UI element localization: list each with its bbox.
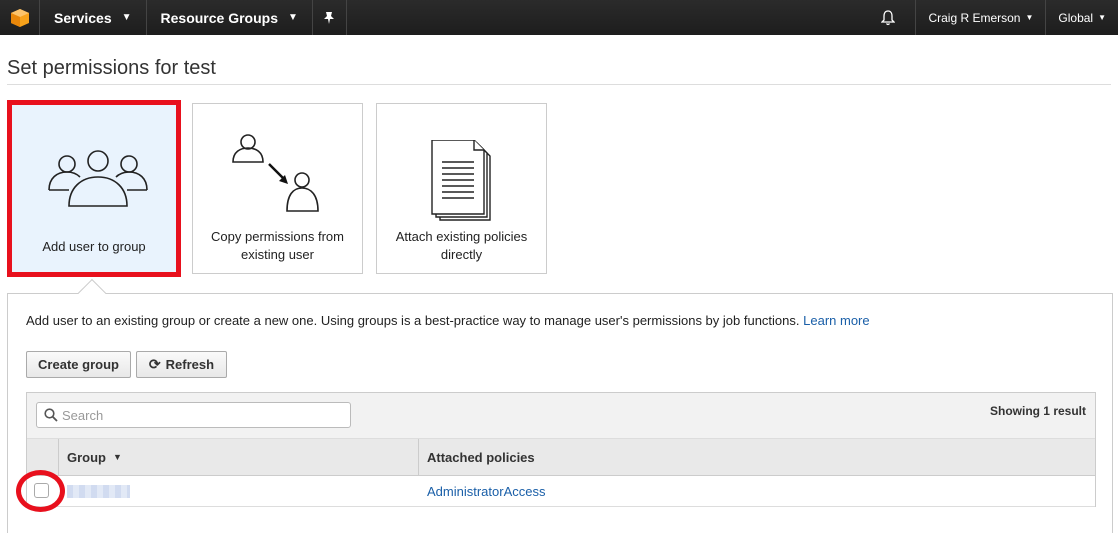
result-count: Showing 1 result [989,404,1086,418]
table-row[interactable] [27,476,1095,507]
search-input[interactable] [62,407,350,423]
search-icon [44,408,58,422]
refresh-label: Refresh [165,357,215,372]
column-label: Group [67,449,106,465]
chevron-down-icon: ▼ [1098,13,1106,22]
highlight-circle [16,470,65,512]
chevron-down-icon: ▼ [288,12,298,23]
option-label: Add user to group [42,239,146,254]
resource-groups-label: Resource Groups [160,9,278,26]
top-nav: Services ▼ Resource Groups ▼ Craig R Eme… [0,0,1118,35]
services-label: Services [54,9,112,26]
option-attach-policies[interactable]: Attach existing policies directly [376,103,547,274]
aws-logo-icon[interactable] [0,0,40,35]
page-title: Set permissions for test [7,57,216,79]
column-label: Attached policies [427,449,535,465]
refresh-button[interactable]: ⟳ Refresh [136,351,227,378]
region-label: Global [1058,10,1094,25]
option-copy-permissions[interactable]: Copy permissions from existing user [192,103,363,274]
create-group-button[interactable]: Create group [26,351,131,378]
resource-groups-menu[interactable]: Resource Groups ▼ [147,0,313,35]
chevron-down-icon: ▼ [1025,13,1034,22]
chevron-down-icon: ▼ [121,12,132,23]
policy-link[interactable]: AdministratorAccess [427,484,545,499]
pin-icon[interactable] [313,0,347,35]
group-users-icon [48,150,148,207]
document-stack-icon [431,140,491,221]
user-name: Craig R Emerson [928,10,1021,25]
divider [7,84,1111,85]
services-menu[interactable]: Services ▼ [40,0,147,35]
bell-icon[interactable] [861,0,915,35]
column-header-group[interactable]: Group ▼ [59,439,419,476]
panel-description: Add user to an existing group or create … [26,313,870,328]
copy-user-icon [232,134,319,212]
refresh-icon: ⟳ [148,356,161,372]
user-menu[interactable]: Craig R Emerson ▼ [915,0,1045,35]
learn-more-link[interactable]: Learn more [803,313,869,328]
sort-down-icon: ▼ [113,452,122,462]
search-box [36,402,351,428]
column-header-attached-policies: Attached policies [419,439,1095,476]
group-name-redacted [67,485,130,498]
option-label: Copy permissions from existing user [211,229,344,262]
option-add-user-to-group[interactable]: Add user to group [7,100,181,277]
description-text: Add user to an existing group or create … [26,313,800,328]
option-label: Attach existing policies directly [395,229,528,262]
region-menu[interactable]: Global ▼ [1045,0,1118,35]
